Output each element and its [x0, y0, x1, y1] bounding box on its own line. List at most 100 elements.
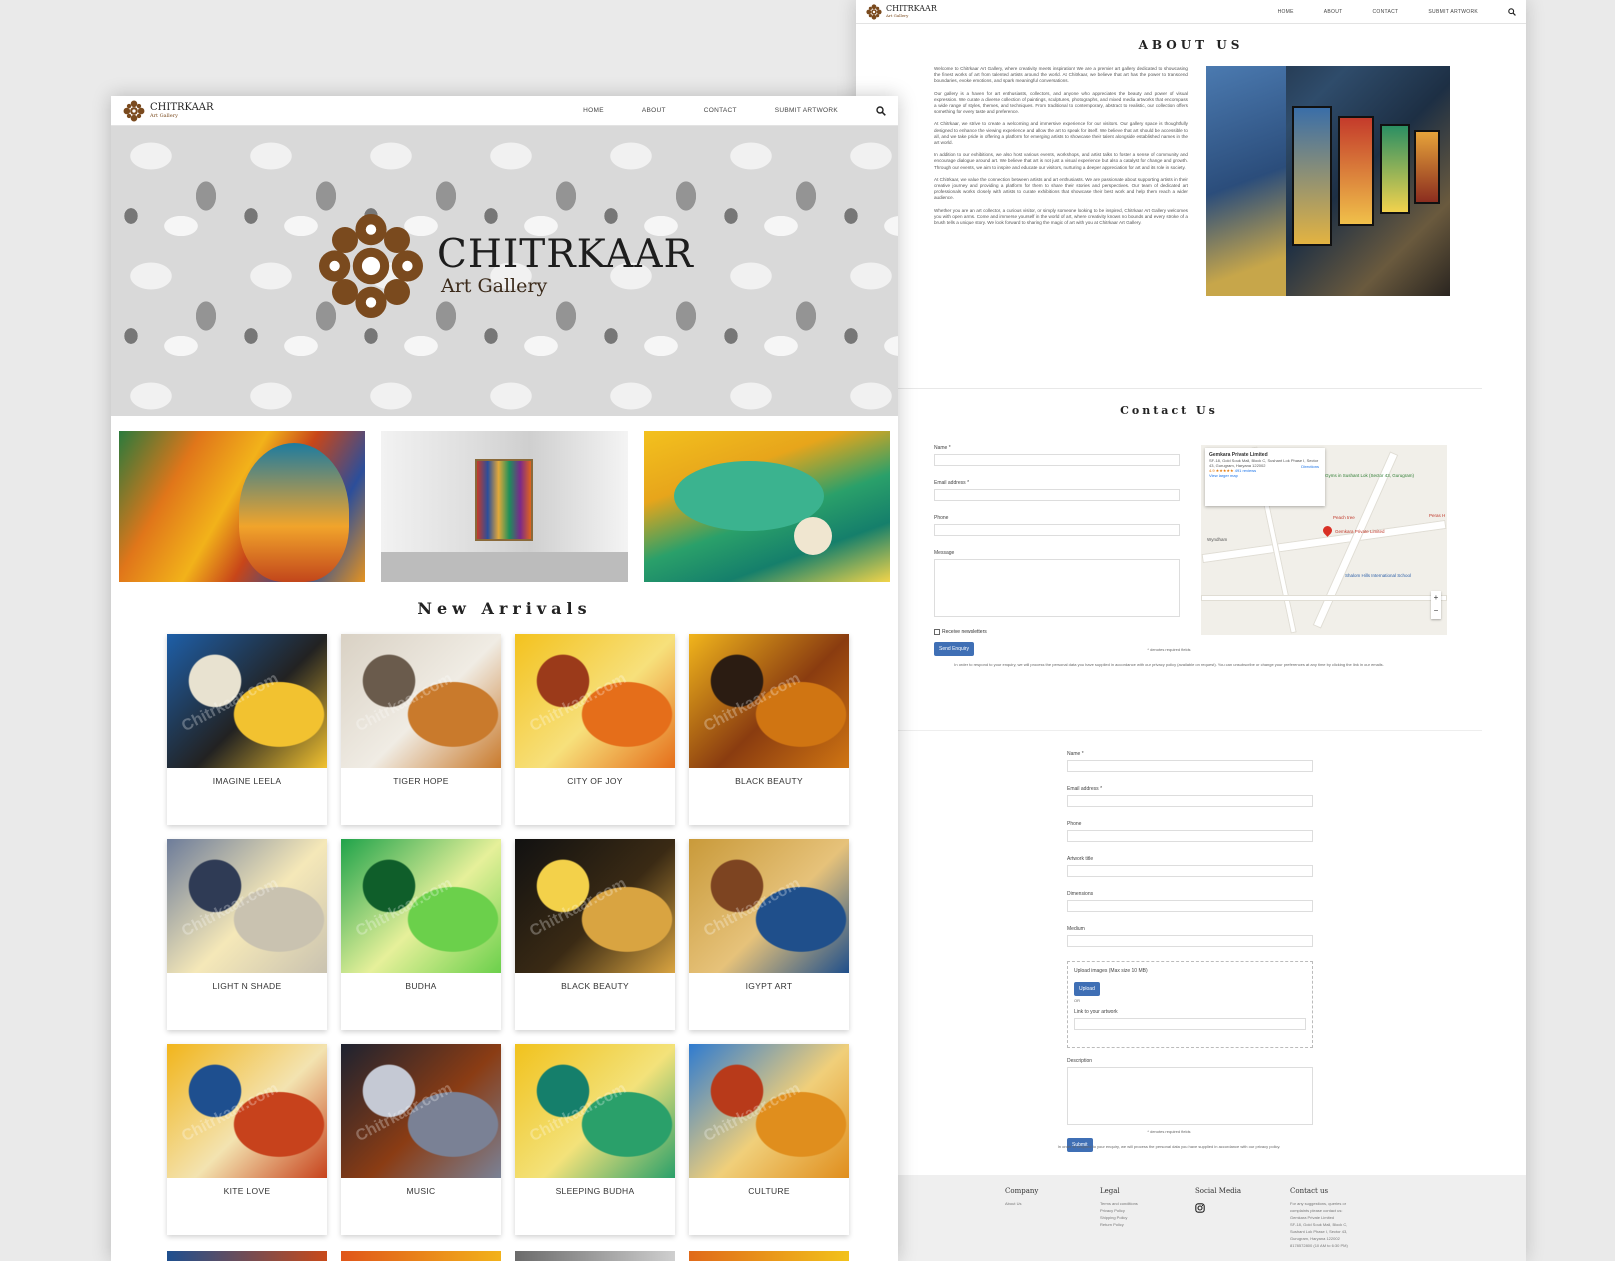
artwork-card[interactable]: Chitrkaar.com LIGHT N SHADE: [167, 839, 327, 1030]
footer-contact-line: Gemkara Private Limited: [1290, 1215, 1335, 1220]
nav-contact[interactable]: CONTACT: [704, 107, 737, 114]
search-icon[interactable]: [876, 105, 886, 116]
name-input[interactable]: [934, 454, 1180, 466]
hero-logo: CHITRKAAR Art Gallery: [319, 214, 694, 318]
name-label: Name *: [1067, 751, 1084, 757]
hero-banner: CHITRKAAR Art Gallery: [111, 126, 898, 416]
zoom-in-button[interactable]: +: [1431, 591, 1441, 604]
upload-label: Upload images (Max size 10 MB): [1074, 968, 1148, 974]
watermark: Chitrkaar.com: [353, 875, 456, 941]
mandala-logo-icon: [866, 3, 882, 20]
nav-home[interactable]: HOME: [1278, 9, 1294, 15]
map-road: [1201, 595, 1447, 601]
logo[interactable]: CHITRKAAR Art Gallery: [123, 100, 214, 122]
top-nav: CHITRKAAR Art Gallery HOME ABOUT CONTACT …: [856, 0, 1526, 24]
phone-label: Phone: [1067, 821, 1082, 827]
artwork-title: KITE LOVE: [223, 1186, 271, 1196]
footer-link-about[interactable]: About Us: [1005, 1200, 1038, 1207]
map-label: Wyndham: [1207, 537, 1228, 542]
name-input[interactable]: [1067, 760, 1313, 772]
artwork-card[interactable]: Chitrkaar.com KITE LOVE: [167, 1044, 327, 1235]
artwork-title: IMAGINE LEELA: [212, 776, 282, 786]
watermark: Chitrkaar.com: [353, 670, 456, 736]
hero-subtitle: Art Gallery: [441, 275, 548, 297]
footer-contact-line: Gurugram, Haryana 122002: [1290, 1236, 1340, 1241]
map-label: Gemkara Private Limited: [1335, 529, 1385, 534]
nav-about[interactable]: ABOUT: [642, 107, 666, 114]
phone-input[interactable]: [934, 524, 1180, 536]
contact-form: Name * Email address * Phone Message Rec…: [934, 445, 1180, 656]
directions-link[interactable]: Directions: [1301, 464, 1319, 469]
artwork-link-input[interactable]: [1074, 1018, 1306, 1030]
footer-social: Social Media: [1195, 1187, 1241, 1218]
artwork-image: [341, 1251, 501, 1261]
artwork-card[interactable]: Chitrkaar.com BUDHA: [341, 839, 501, 1030]
artwork-image: Chitrkaar.com: [689, 634, 849, 768]
artwork-card[interactable]: Chitrkaar.com IMAGINE LEELA: [167, 634, 327, 825]
artwork-title: BLACK BEAUTY: [561, 981, 629, 991]
artwork-card[interactable]: Chitrkaar.com CULTURE: [689, 1044, 849, 1235]
footer-link-shipping[interactable]: Shipping Policy: [1100, 1214, 1138, 1221]
artwork-card[interactable]: Chitrkaar.com SLEEPING BUDHA: [515, 1044, 675, 1235]
email-input[interactable]: [1067, 795, 1313, 807]
artwork-card[interactable]: Chitrkaar.com BLACK BEAUTY: [689, 634, 849, 825]
newsletter-checkbox[interactable]: Receive newsletters: [934, 629, 1180, 635]
medium-input[interactable]: [1067, 935, 1313, 947]
footer-link-return[interactable]: Return Policy: [1100, 1221, 1138, 1228]
gallery-photo: [1205, 66, 1450, 296]
framed-painting: [1291, 106, 1332, 246]
instagram-icon[interactable]: [1195, 1203, 1205, 1213]
artwork-card[interactable]: Chitrkaar.com MUSIC: [341, 1044, 501, 1235]
map-label: Peras H: [1429, 513, 1446, 518]
zoom-out-button[interactable]: −: [1431, 604, 1441, 617]
featured-gallery-interior[interactable]: [381, 431, 628, 582]
nav-submit-artwork[interactable]: SUBMIT ARTWORK: [1428, 9, 1478, 15]
top-nav: CHITRKAAR Art Gallery HOME ABOUT CONTACT …: [111, 96, 898, 126]
nav-about[interactable]: ABOUT: [1324, 9, 1343, 15]
dimensions-input[interactable]: [1067, 900, 1313, 912]
or-separator: OR: [1074, 998, 1080, 1003]
nav-contact[interactable]: CONTACT: [1373, 9, 1399, 15]
featured-sleeping-buddha[interactable]: [643, 431, 890, 582]
nav-home[interactable]: HOME: [583, 107, 604, 114]
watermark: Chitrkaar.com: [701, 1080, 804, 1146]
watermark: Chitrkaar.com: [527, 670, 630, 736]
footer-link-terms[interactable]: Terms and conditions: [1100, 1200, 1138, 1207]
footer-company: Company About Us: [1005, 1187, 1038, 1207]
phone-input[interactable]: [1067, 830, 1313, 842]
footer-heading: Social Media: [1195, 1187, 1242, 1195]
artwork-card[interactable]: Chitrkaar.com TIGER HOPE: [341, 634, 501, 825]
artwork-card[interactable]: Chitrkaar.com CITY OF JOY: [515, 634, 675, 825]
artwork-card[interactable]: Chitrkaar.com BLACK BEAUTY: [515, 839, 675, 1030]
logo[interactable]: CHITRKAAR Art Gallery: [866, 3, 937, 20]
checkbox-icon[interactable]: [934, 629, 940, 635]
artwork-title: BUDHA: [405, 981, 437, 991]
google-map[interactable]: Gemkara Private Limited SF-18, Gold Souk…: [1201, 445, 1447, 635]
footer-link-privacy[interactable]: Privacy Policy: [1100, 1207, 1138, 1214]
map-info-card: Gemkara Private Limited SF-18, Gold Souk…: [1205, 448, 1325, 506]
artwork-image: Chitrkaar.com: [341, 839, 501, 973]
mandala-logo-icon: [123, 100, 145, 121]
search-icon[interactable]: [1508, 7, 1516, 16]
framed-painting: [1379, 124, 1410, 214]
upload-button[interactable]: Upload: [1074, 982, 1100, 996]
message-textarea[interactable]: [934, 559, 1180, 617]
buddha-face: [239, 443, 349, 582]
new-arrivals-title: New Arrivals: [417, 599, 592, 618]
main-menu: HOME ABOUT CONTACT SUBMIT ARTWORK: [1278, 7, 1516, 16]
watermark: Chitrkaar.com: [179, 1080, 282, 1146]
brand-tagline: Art Gallery: [150, 112, 178, 119]
nav-submit-artwork[interactable]: SUBMIT ARTWORK: [775, 107, 838, 114]
artwork-image: Chitrkaar.com: [689, 839, 849, 973]
framed-abstract: [475, 459, 534, 541]
featured-buddha-painting[interactable]: [119, 431, 366, 582]
description-textarea[interactable]: [1067, 1067, 1313, 1125]
artwork-title-input[interactable]: [1067, 865, 1313, 877]
email-input[interactable]: [934, 489, 1180, 501]
artwork-card[interactable]: Chitrkaar.com IGYPT ART: [689, 839, 849, 1030]
view-larger-map-link[interactable]: View larger map: [1209, 473, 1321, 478]
watermark: Chitrkaar.com: [527, 875, 630, 941]
map-label: Gyms in Sushant Lok (Sector 43, Gurugram…: [1325, 473, 1415, 478]
about-contact-page: CHITRKAAR Art Gallery HOME ABOUT CONTACT …: [856, 0, 1526, 1261]
map-zoom-controls[interactable]: + −: [1431, 591, 1441, 619]
